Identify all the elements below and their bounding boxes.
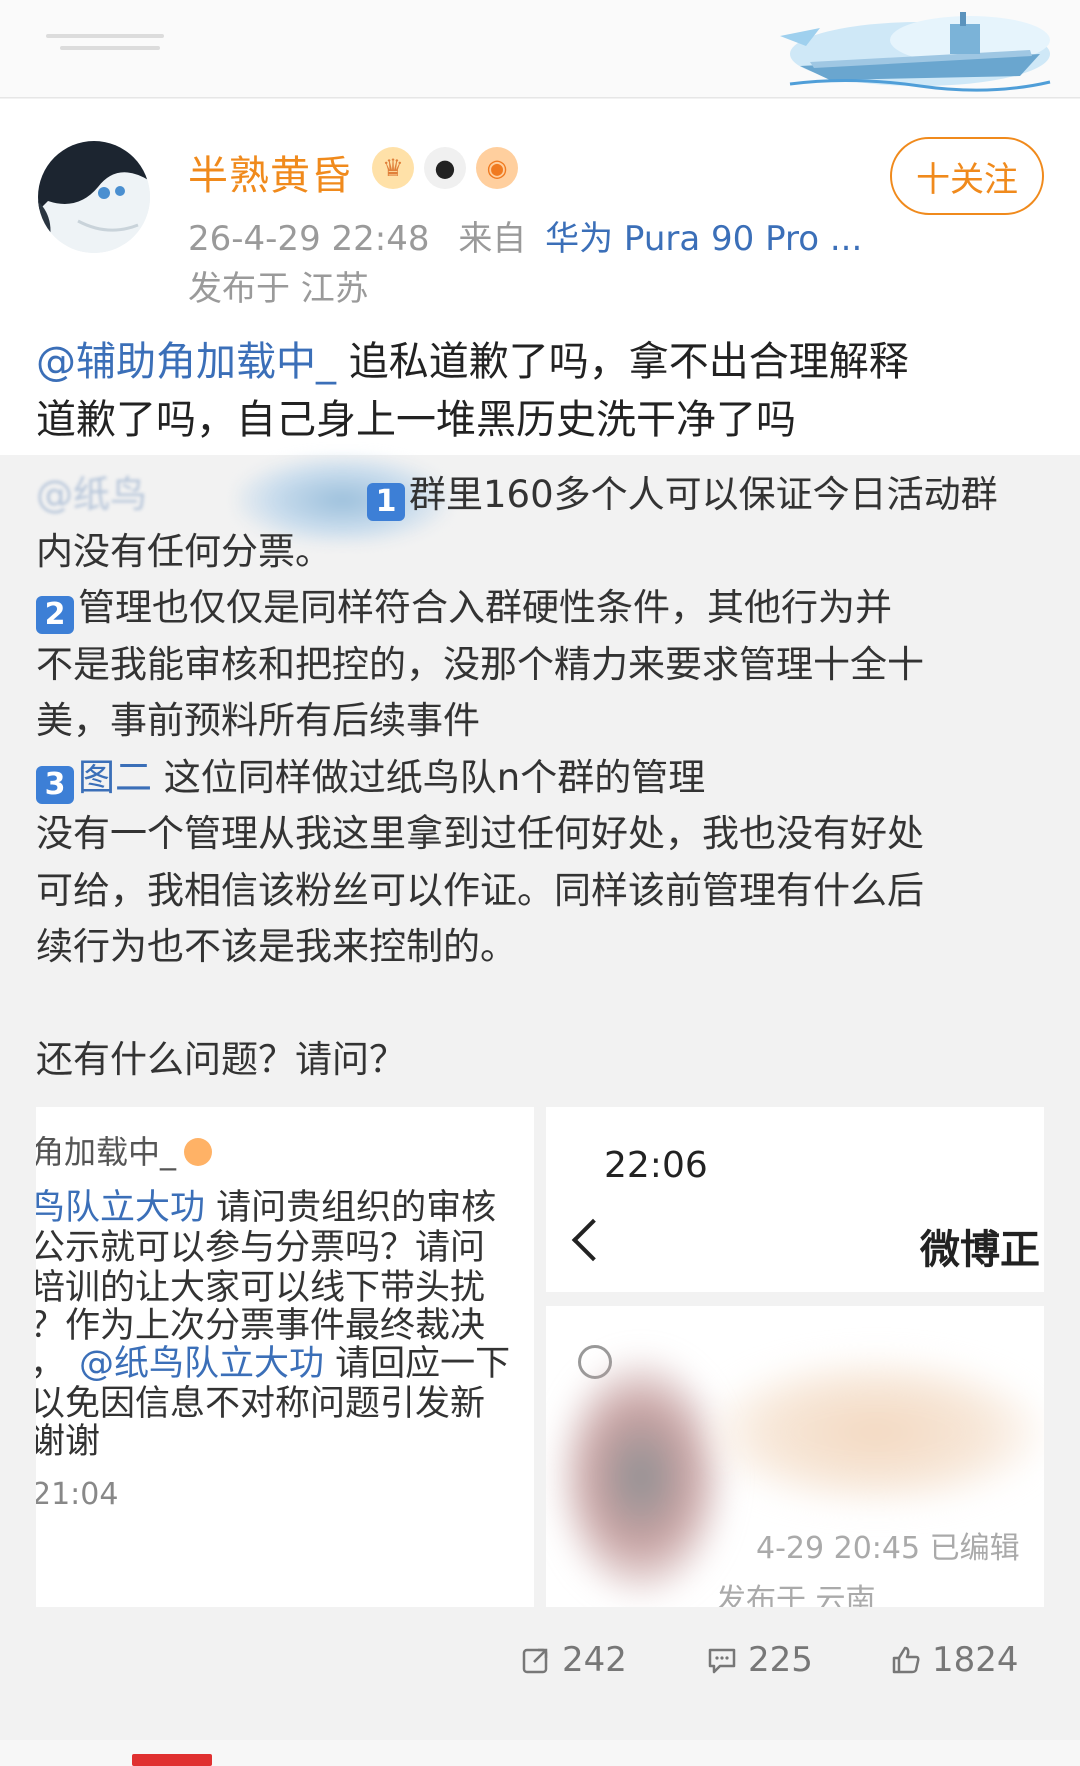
image2-location: 发布于 云南 [716,1583,876,1607]
post-meta: 26-4-29 22:48 来自 华为 Pura 90 Pro ... [188,211,862,260]
red-indicator [132,1754,212,1766]
aircraft-carrier-banner-icon [780,12,1051,92]
device-link[interactable]: 华为 Pura 90 Pro ... [545,219,862,259]
source-label: 来自 [458,219,527,259]
username[interactable]: 半熟黄昏 [188,143,352,201]
blurred-mention: @纸鸟 [36,473,147,516]
image-2-link[interactable]: 图二 [78,756,152,799]
back-arrow-icon [571,1218,615,1262]
blur-redaction [706,1357,1044,1507]
bottom-strip [0,1740,1080,1766]
comment-button[interactable]: 225 [706,1640,813,1680]
image2-timestamp: 4-29 20:45 已编辑 [756,1531,1020,1566]
image2-time: 22:06 [604,1145,708,1186]
panda-badge-icon: ● [424,147,466,189]
top-bar [0,0,1080,98]
number-1-icon: 1 [367,483,405,521]
menu-icon[interactable] [46,30,164,56]
image1-username: 角加载中_ [36,1133,177,1171]
post-text-line-2: 道歉了吗，自己身上一堆黑历史洗干净了吗 [36,397,796,443]
comment-icon [708,1648,736,1674]
repost-button[interactable]: 242 [520,1640,627,1680]
crown-badge-icon: ♛ [372,147,414,189]
avatar[interactable] [38,141,150,253]
divider [546,1292,1044,1306]
image1-time: 21:04 [36,1477,119,1512]
badge-row: ♛ ● ◉ [372,147,518,189]
like-button[interactable]: 1824 [890,1640,1019,1680]
post-location: 发布于 江苏 [188,269,369,309]
action-bar: 242 225 1824 [0,1620,1080,1710]
post-body: @辅助角加载中_ 追私道歉了吗，拿不出合理解释 道歉了吗，自己身上一堆黑历史洗干… [0,325,1080,455]
mention-link[interactable]: @辅助角加载中_ [36,339,336,385]
number-3-icon: 3 [36,765,74,804]
post-header: 半熟黄昏 ♛ ● ◉ 十关注 26-4-29 22:48 来自 华为 Pura … [0,99,1080,325]
quoted-text: @纸鸟 1 群里160多个人可以保证今日活动群 内没有任何分票。 2 管理也仅仅是同样… [36,467,1046,1088]
quoted-post[interactable]: @纸鸟 1 群里160多个人可以保证今日活动群 内没有任何分票。 2 管理也仅仅是同样… [0,455,1080,1670]
fish-badge-icon: ◉ [476,147,518,189]
follow-button[interactable]: 十关注 [890,137,1044,215]
attached-image-1[interactable]: 角加载中_ 鸟队立大功 请问贵组织的审核 公示就可以参与分票吗？请问 培训的让大… [36,1107,534,1607]
number-2-icon: 2 [36,596,74,634]
blur-redaction [556,1357,726,1597]
attached-image-2[interactable]: 22:06 微博正 4-29 20:45 已编辑 发布于 云南 [546,1107,1044,1607]
thumbs-up-icon [892,1646,920,1674]
repost-icon [522,1648,548,1674]
image2-title: 微博正 [920,1227,1040,1273]
fish-badge-icon [184,1138,213,1166]
post-date: 26-4-29 22:48 [188,219,430,259]
question-line: 还有什么问题？请问？ [36,1037,406,1081]
post-text-line-1: @辅助角加载中_ 追私道歉了吗，拿不出合理解释 [36,339,909,385]
